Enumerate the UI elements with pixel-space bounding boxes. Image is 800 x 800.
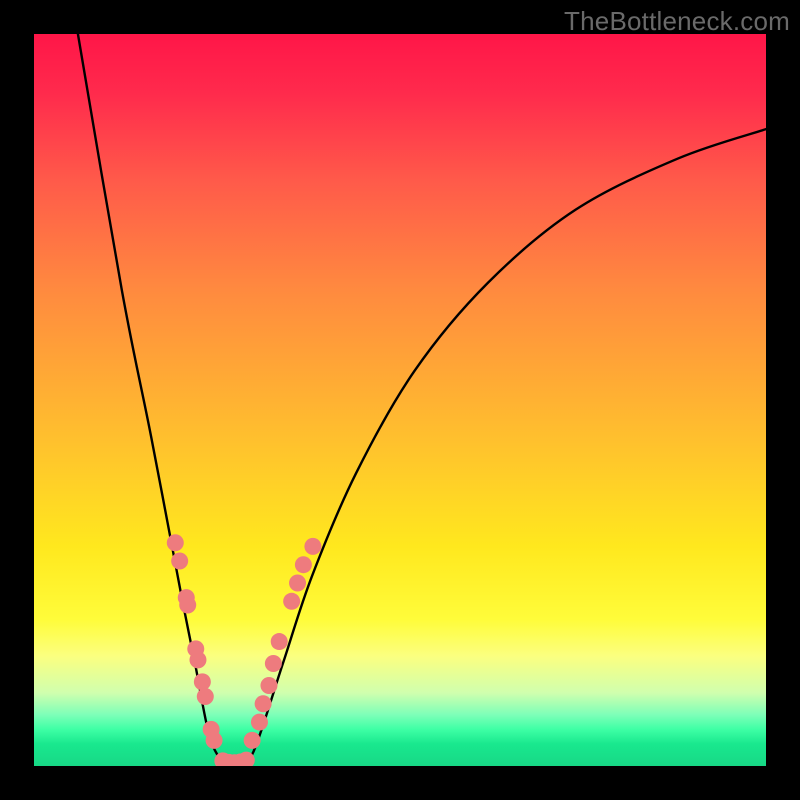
data-dot [194, 673, 211, 690]
chart-svg [34, 34, 766, 766]
data-dot [260, 677, 277, 694]
data-dot [251, 714, 268, 731]
data-dot [283, 593, 300, 610]
data-dot [197, 688, 214, 705]
data-dot [179, 596, 196, 613]
data-dot [167, 534, 184, 551]
data-dot [304, 538, 321, 555]
watermark-label: TheBottleneck.com [564, 6, 790, 37]
data-dot [289, 575, 306, 592]
data-dot [189, 651, 206, 668]
chart-frame: TheBottleneck.com [0, 0, 800, 800]
curve-path [78, 34, 766, 765]
data-dot [265, 655, 282, 672]
data-dot [255, 695, 272, 712]
data-dot [244, 732, 261, 749]
data-dot [271, 633, 288, 650]
data-dot [206, 732, 223, 749]
data-dot [295, 556, 312, 573]
data-dot [171, 553, 188, 570]
scatter-dots [167, 534, 322, 766]
plot-area [34, 34, 766, 766]
